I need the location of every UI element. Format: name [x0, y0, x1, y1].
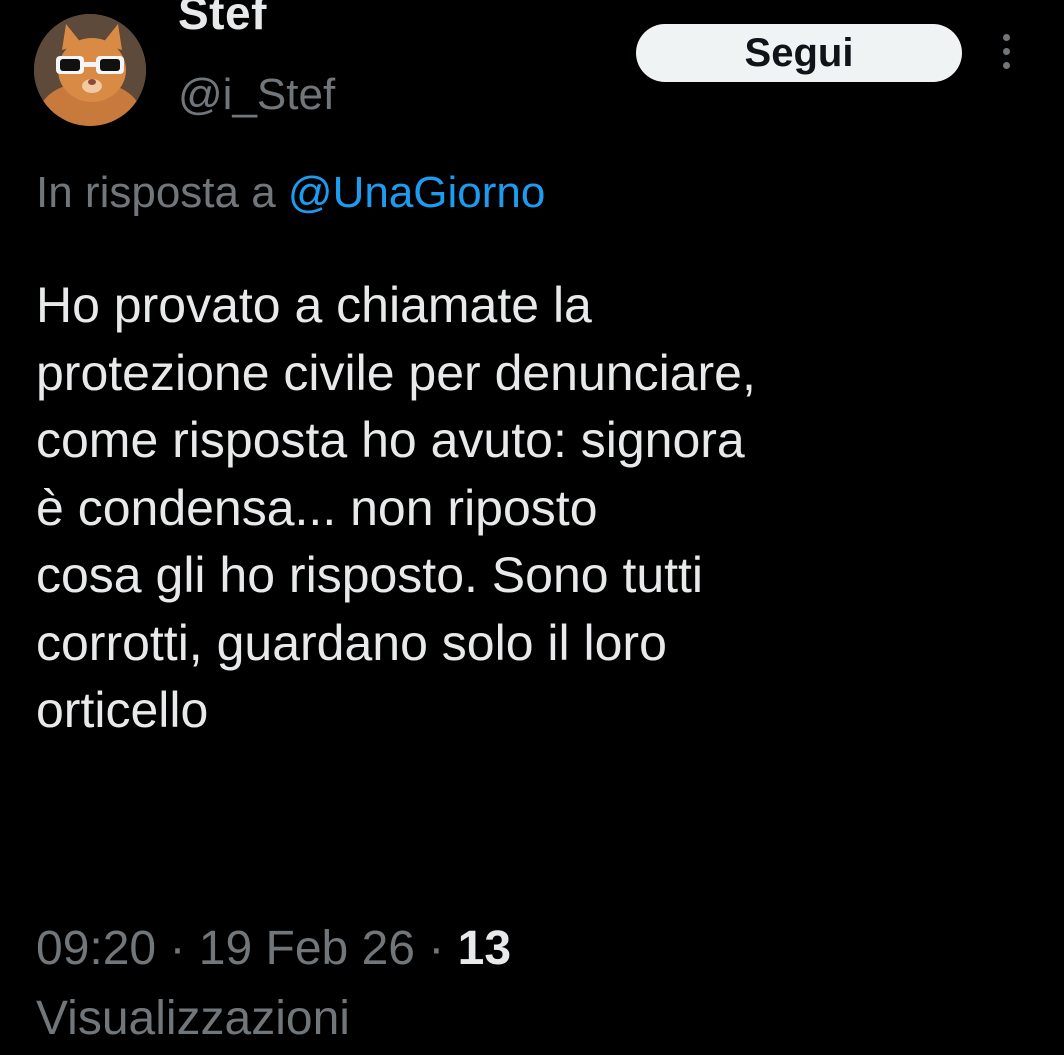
tweet-text-line: corrotti, guardano solo il loro: [36, 614, 667, 671]
tweet-time[interactable]: 09:20: [36, 922, 156, 975]
tweet-text-line: protezione civile per denunciare,: [36, 344, 756, 401]
tweet-meta-line: 09:20 · 19 Feb 26 · 13: [36, 914, 1036, 984]
tweet-text: Ho provato a chiamate la protezione civi…: [36, 272, 1036, 745]
tweet-text-line: cosa gli ho risposto. Sono tutti: [36, 547, 704, 603]
display-name[interactable]: Stef: [178, 0, 267, 40]
tweet-text-line: orticello: [36, 682, 209, 738]
reply-prefix: In risposta a: [36, 168, 276, 217]
avatar[interactable]: [34, 14, 146, 126]
more-vertical-icon[interactable]: [996, 34, 1016, 78]
views-count[interactable]: 13: [458, 922, 511, 975]
tweet-date[interactable]: 19 Feb 26: [199, 922, 415, 975]
meta-separator: ·: [428, 922, 445, 975]
user-handle[interactable]: @i_Stef: [178, 70, 335, 120]
cat-with-sunglasses-avatar-icon: [34, 14, 146, 126]
reply-mention-link[interactable]: @UnaGiorno: [288, 168, 545, 217]
tweet-text-line: come risposta ho avuto: signora: [36, 412, 745, 468]
tweet-meta: 09:20 · 19 Feb 26 · 13 Visualizzazioni: [36, 914, 1036, 1054]
reply-context: In risposta a @UnaGiorno: [36, 168, 545, 218]
tweet-text-line: Ho provato a chiamate la: [36, 277, 592, 333]
views-label[interactable]: Visualizzazioni: [36, 984, 1036, 1054]
follow-button[interactable]: Segui: [636, 24, 962, 82]
meta-separator: ·: [169, 922, 186, 975]
tweet-header: Stef @i_Stef Segui: [0, 0, 1064, 130]
tweet-text-line: è condensa... non riposto: [36, 479, 598, 536]
